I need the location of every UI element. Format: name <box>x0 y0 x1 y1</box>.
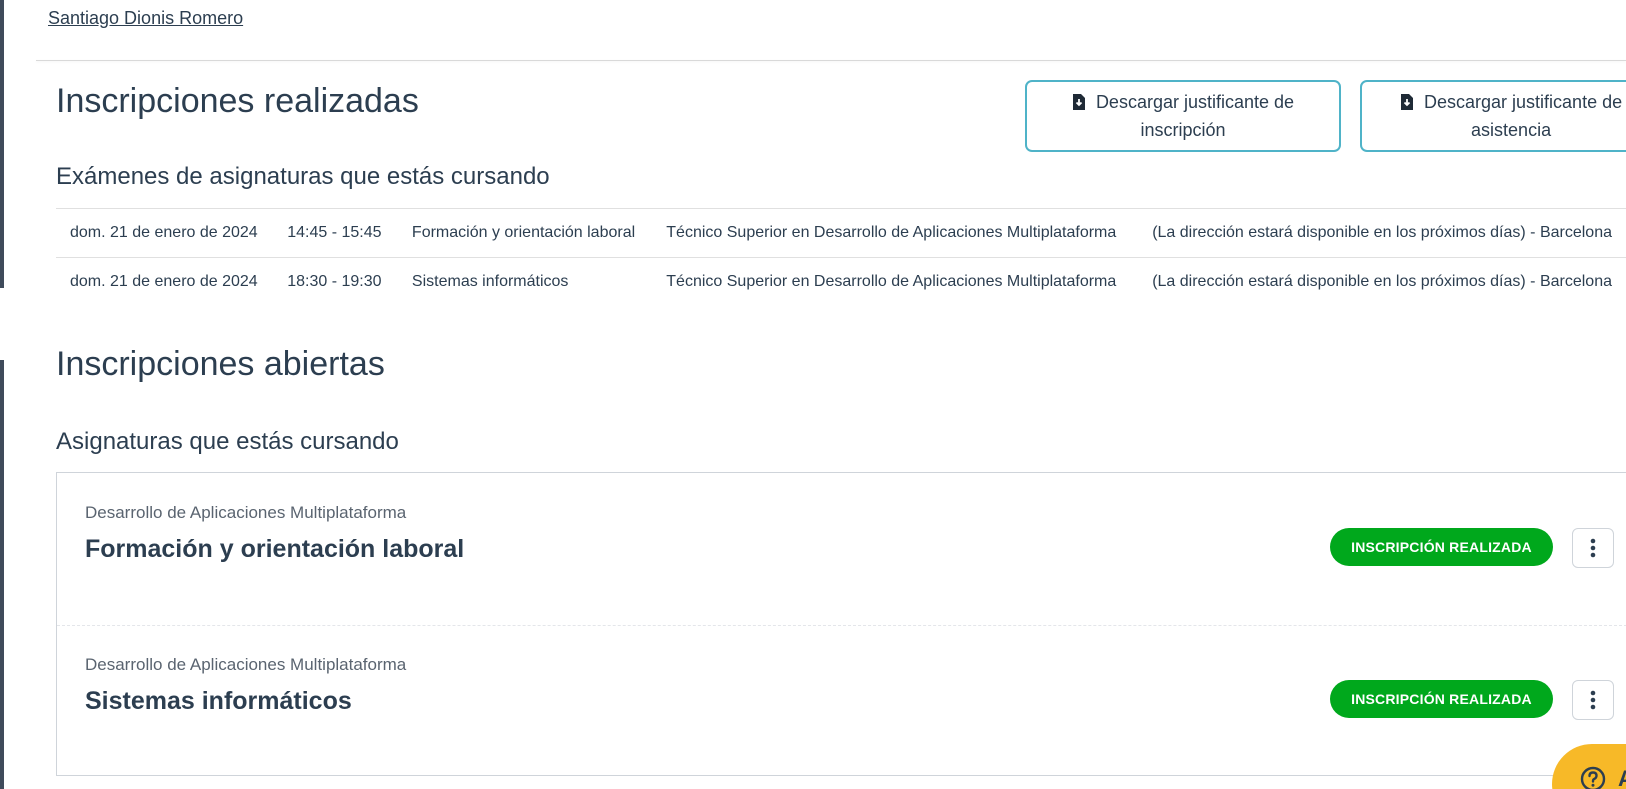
subject-name: Formación y orientación laboral <box>85 535 465 563</box>
exam-subject: Formación y orientación laboral <box>397 208 653 258</box>
exams-subtitle: Exámenes de asignaturas que estás cursan… <box>56 163 550 190</box>
list-item: Desarrollo de Aplicaciones Multiplatafor… <box>57 473 1626 626</box>
exam-location: (La dirección estará disponible en los p… <box>1138 208 1626 258</box>
exam-time: 18:30 - 19:30 <box>273 257 398 306</box>
exams-table: dom. 21 de enero de 2024 14:45 - 15:45 F… <box>56 208 1626 306</box>
list-item: Desarrollo de Aplicaciones Multiplatafor… <box>57 625 1626 777</box>
table-row: dom. 21 de enero de 2024 18:30 - 19:30 S… <box>56 257 1626 306</box>
exam-location: (La dirección estará disponible en los p… <box>1138 257 1626 306</box>
download-attendance-receipt-button[interactable]: Descargar justificante de asistencia <box>1360 80 1626 152</box>
section-title-realizadas: Inscripciones realizadas <box>56 82 419 120</box>
exam-date: dom. 21 de enero de 2024 <box>56 257 274 306</box>
download-inscription-receipt-button[interactable]: Descargar justificante de inscripción <box>1025 80 1341 152</box>
more-options-button[interactable] <box>1572 680 1614 720</box>
exam-time: 14:45 - 15:45 <box>273 208 398 258</box>
more-options-button[interactable] <box>1572 528 1614 568</box>
exam-degree: Técnico Superior en Desarrollo de Aplica… <box>652 257 1139 306</box>
page: Santiago Dionis Romero Inscripciones rea… <box>0 0 1626 789</box>
subjects-subtitle: Asignaturas que estás cursando <box>56 428 399 455</box>
button-label-line1: Descargar justificante de <box>1424 92 1623 112</box>
subject-name: Sistemas informáticos <box>85 687 352 715</box>
subject-degree: Desarrollo de Aplicaciones Multiplatafor… <box>85 503 407 522</box>
exam-date: dom. 21 de enero de 2024 <box>56 208 274 258</box>
button-label-line1: Descargar justificante de <box>1095 92 1295 112</box>
subjects-list: Desarrollo de Aplicaciones Multiplatafor… <box>56 472 1626 776</box>
header-divider <box>36 60 1626 61</box>
file-download-icon <box>1401 94 1413 110</box>
left-edge-bar <box>0 360 4 789</box>
file-download-icon <box>1072 94 1085 110</box>
more-vertical-icon <box>1590 690 1596 710</box>
status-badge: INSCRIPCIÓN REALIZADA <box>1330 528 1553 566</box>
question-circle-icon <box>1580 766 1606 789</box>
section-title-abiertas: Inscripciones abiertas <box>56 345 385 383</box>
button-label: Descargar justificante de inscripción <box>1072 88 1294 144</box>
left-edge-bar <box>0 0 4 288</box>
status-badge: INSCRIPCIÓN REALIZADA <box>1330 680 1553 718</box>
table-row: dom. 21 de enero de 2024 14:45 - 15:45 F… <box>56 208 1626 258</box>
button-label-line2: asistencia <box>1471 120 1552 140</box>
help-label: A <box>1618 766 1626 789</box>
button-label-line2: inscripción <box>1140 120 1226 140</box>
button-label: Descargar justificante de asistencia <box>1400 88 1622 144</box>
exam-subject: Sistemas informáticos <box>397 257 653 306</box>
more-vertical-icon <box>1590 538 1596 558</box>
exam-degree: Técnico Superior en Desarrollo de Aplica… <box>652 208 1139 258</box>
subject-degree: Desarrollo de Aplicaciones Multiplatafor… <box>85 655 407 674</box>
user-name-link[interactable]: Santiago Dionis Romero <box>48 8 243 29</box>
